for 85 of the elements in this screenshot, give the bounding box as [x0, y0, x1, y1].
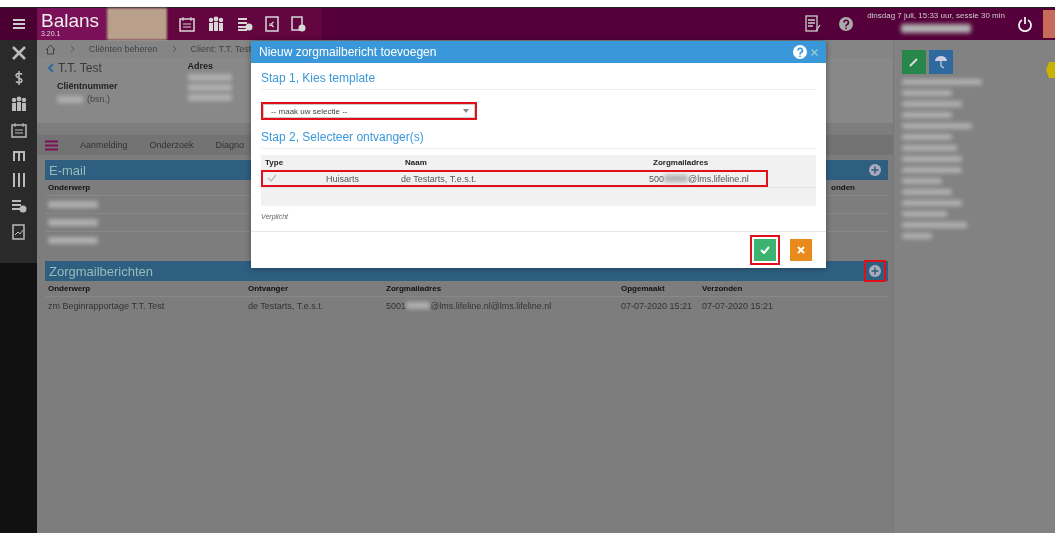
- caret-icon: [463, 109, 469, 113]
- blurred-text: [48, 219, 98, 226]
- table-cell-text: 07-07-2020 15:21: [620, 300, 694, 311]
- column-header[interactable]: Naam: [405, 158, 653, 167]
- blurred-text: [902, 101, 962, 107]
- dialog-title: Nieuw zorgmailbericht toevoegen: [259, 45, 438, 59]
- blurred-text: [187, 74, 232, 81]
- blurred-text: [902, 222, 967, 228]
- step-heading: Stap 1, Kies template: [261, 71, 816, 90]
- chevron-icon: [70, 45, 75, 53]
- close-icon: [811, 49, 818, 56]
- column-header[interactable]: Zorgmailadres: [383, 284, 618, 293]
- help-icon[interactable]: [793, 45, 807, 59]
- blurred-text: [902, 112, 952, 118]
- table-cell: @lms.lifeline.nl@lms.lifeline.nl: [430, 300, 552, 311]
- blurred-text: [187, 94, 232, 101]
- report-icon[interactable]: [12, 224, 25, 240]
- table-cell-text: zm Beginrapportage T.T. Test: [47, 300, 166, 311]
- check-icon: [760, 246, 770, 254]
- dollar-icon[interactable]: [13, 70, 24, 86]
- blurred-text: [901, 24, 972, 33]
- blurred-text: [902, 90, 952, 96]
- blurred-text: [57, 95, 83, 103]
- blurred-text: [48, 237, 98, 244]
- column-header[interactable]: onden: [828, 183, 888, 192]
- blurred-text: [902, 200, 962, 206]
- add-icon[interactable]: [869, 164, 881, 176]
- table-cell-text: 07-07-2020 15:21: [701, 300, 775, 311]
- table-cell: 5001: [386, 300, 407, 311]
- blurred-text: [664, 175, 689, 182]
- column-header[interactable]: Onderwerp: [45, 284, 245, 293]
- logo-placeholder: [107, 8, 168, 40]
- checklist-icon[interactable]: [805, 15, 822, 33]
- blurred-text: [48, 201, 98, 208]
- blurred-text: [902, 123, 972, 129]
- blurred-text: [406, 302, 431, 309]
- column-header[interactable]: Zorgmailadres: [653, 158, 816, 167]
- tools-icon[interactable]: [11, 46, 26, 60]
- checkbox-icon[interactable]: [267, 173, 277, 182]
- blurred-text: [902, 233, 932, 239]
- add-icon[interactable]: [869, 265, 881, 277]
- chevron-icon: [171, 45, 177, 53]
- confirm-button[interactable]: [750, 235, 780, 265]
- bsn-label: (bsn.): [87, 94, 110, 104]
- address-label: Adres: [187, 61, 215, 71]
- client-number-label: Cliëntnummer: [57, 81, 118, 91]
- badge-icon: [1046, 62, 1055, 78]
- app-name: Balans: [41, 11, 100, 30]
- column-header[interactable]: Ontvanger: [245, 284, 383, 293]
- cutlery-icon[interactable]: [11, 172, 26, 188]
- column-header[interactable]: Verzonden: [699, 284, 888, 293]
- tab[interactable]: Aanmelding: [80, 138, 128, 152]
- pencil-icon: [909, 57, 919, 67]
- table-cell-text: de Testarts, T.e.s.t.: [247, 300, 325, 311]
- blurred-text: [902, 189, 952, 195]
- tab[interactable]: Diagno: [215, 138, 245, 152]
- step-heading: Stap 2, Selecteer ontvanger(s): [261, 130, 816, 149]
- blurred-text: [902, 156, 962, 162]
- tab[interactable]: Onderzoek: [149, 138, 194, 152]
- help-icon[interactable]: [839, 17, 854, 31]
- calendar-icon[interactable]: [179, 16, 196, 32]
- blurred-text: [902, 134, 952, 140]
- column-header[interactable]: Type: [265, 158, 405, 167]
- blurred-text: [902, 167, 962, 173]
- template-dropdown[interactable]: -- maak uw selectie --: [261, 102, 477, 120]
- umbrella-button[interactable]: [929, 50, 953, 74]
- calendar-icon[interactable]: [10, 122, 27, 138]
- blurred-text: [902, 145, 957, 151]
- edit-button[interactable]: [902, 50, 926, 74]
- umbrella-icon: [934, 55, 948, 69]
- breadcrumb-link[interactable]: Cliënten beheren: [89, 44, 158, 54]
- column-header[interactable]: Opgemaakt: [618, 284, 699, 293]
- avatar-placeholder: [1043, 10, 1055, 38]
- home-icon[interactable]: [45, 43, 56, 55]
- power-icon[interactable]: [1017, 16, 1033, 32]
- breadcrumb-link[interactable]: Client: T.T. Test: [190, 44, 252, 54]
- people-icon[interactable]: [9, 96, 28, 112]
- people-icon[interactable]: [207, 16, 226, 32]
- blurred-text: [902, 178, 942, 184]
- client-name: T.T. Test: [58, 61, 102, 75]
- session-info: dinsdag 7 juli, 15:33 uur, sessie 30 min: [867, 11, 1005, 20]
- document-check-icon[interactable]: [291, 16, 307, 32]
- blurred-text: [902, 211, 947, 217]
- close-icon: [797, 246, 805, 254]
- blurred-text: [187, 84, 232, 91]
